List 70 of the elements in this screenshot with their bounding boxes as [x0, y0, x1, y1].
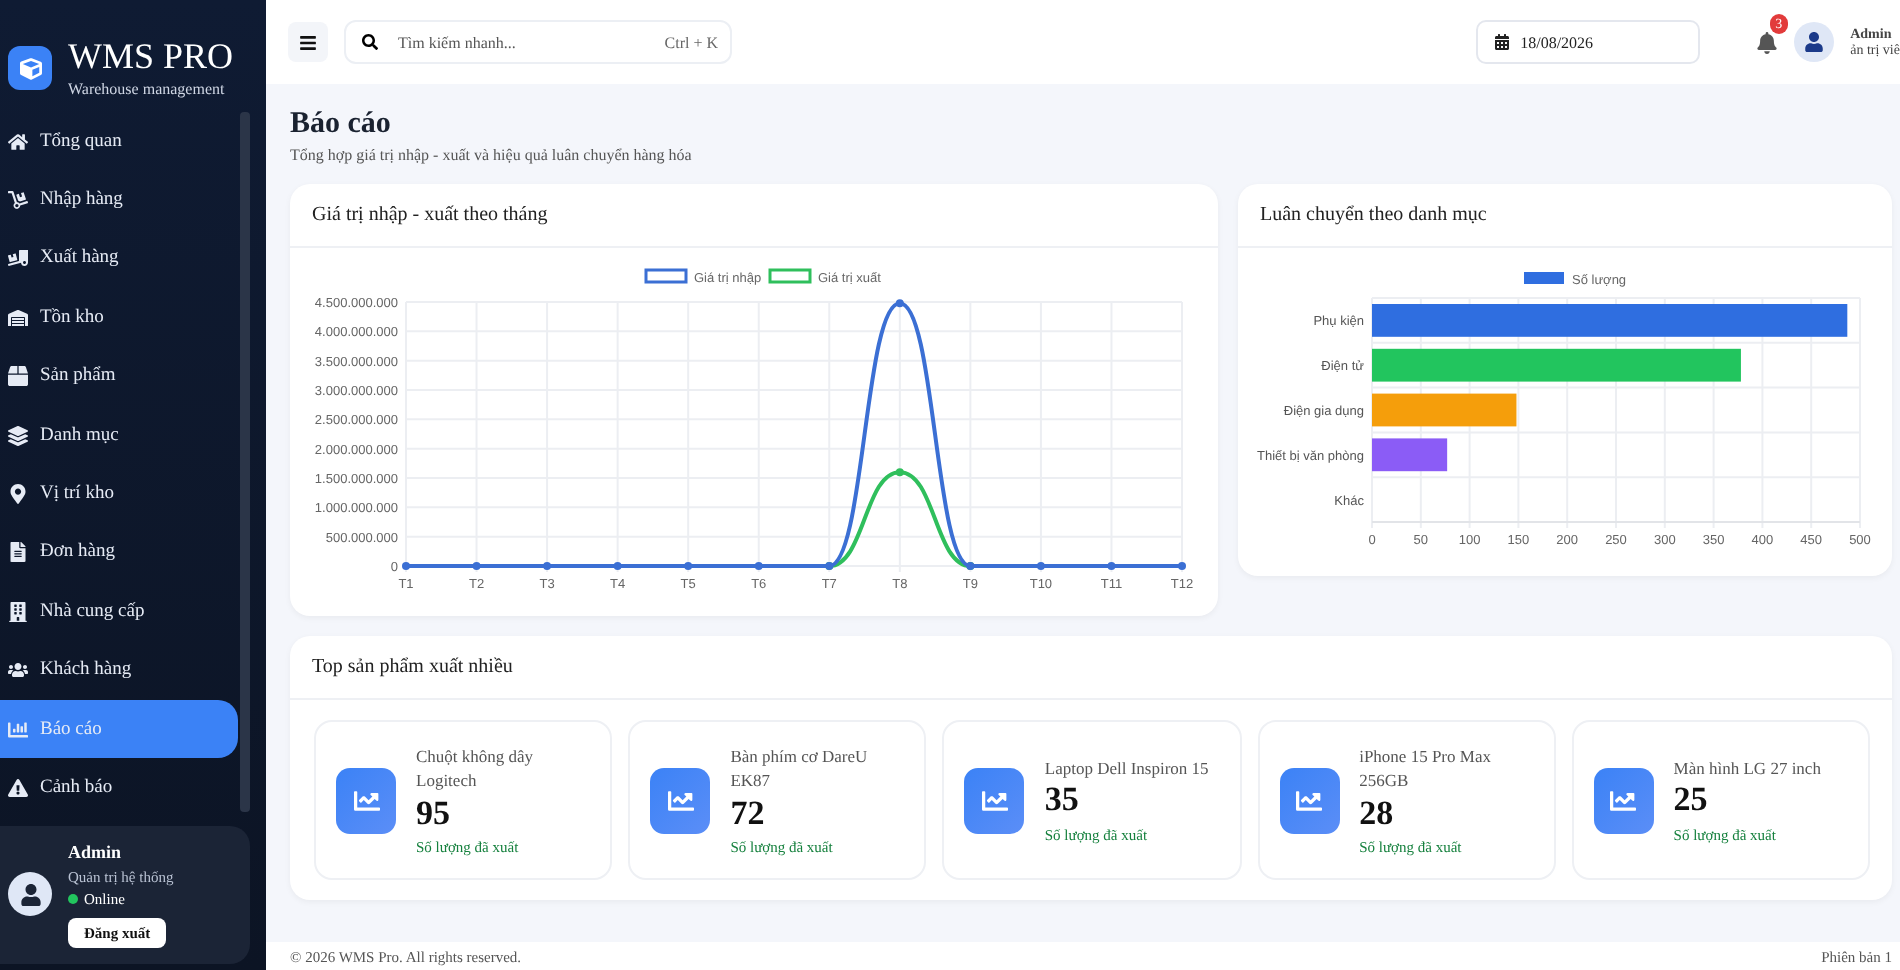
- users-icon: [8, 660, 28, 681]
- trend-icon: [1279, 767, 1340, 833]
- data-point: [543, 562, 552, 570]
- home-icon: [8, 131, 28, 152]
- data-point: [684, 562, 693, 570]
- user-avatar-icon: [8, 872, 52, 917]
- card-title: Top sản phẩm xuất nhiều: [290, 636, 1892, 700]
- sidebar-item[interactable]: Tồn kho: [0, 288, 238, 348]
- trend-icon: [1593, 767, 1654, 833]
- sidebar-item[interactable]: Khách hàng: [0, 641, 238, 700]
- truck-icon: [8, 248, 28, 269]
- page-title: Báo cáo: [290, 108, 393, 142]
- product-count: 25: [1673, 780, 1710, 822]
- sidebar-item[interactable]: Danh mục: [0, 405, 238, 465]
- scrollbar[interactable]: [240, 112, 250, 812]
- sidebar-item[interactable]: Nhập hàng: [0, 170, 238, 230]
- data-point: [1178, 562, 1186, 570]
- date-field[interactable]: 18/08/2026: [1476, 20, 1701, 64]
- sidebar-item[interactable]: Tổng quan: [0, 112, 238, 171]
- product-count: 35: [1044, 780, 1081, 822]
- data-point: [1036, 562, 1045, 570]
- product-name: Laptop Dell Inspiron 15: [1044, 756, 1209, 781]
- brand-subtitle: Warehouse management: [68, 80, 227, 98]
- product-count: 95: [416, 793, 452, 834]
- boxes-icon: [8, 190, 28, 211]
- shortcut-hint: Ctrl + K: [664, 33, 718, 51]
- card-title: Luân chuyển theo danh mục: [1238, 184, 1892, 248]
- product-count: 28: [1359, 793, 1396, 834]
- sidebar-item[interactable]: Nhà cung cấp: [0, 582, 238, 642]
- sidebar-item[interactable]: Vị trí kho: [0, 464, 238, 524]
- trend-icon: [336, 767, 396, 833]
- bar: [1372, 438, 1448, 472]
- card-title: Giá trị nhập - xuất theo tháng: [290, 184, 1218, 248]
- document-icon: [8, 542, 28, 563]
- data-point: [472, 562, 481, 570]
- product-name: Chuột không dây Logitech: [416, 743, 536, 794]
- data-point: [613, 562, 622, 570]
- data-point: [402, 562, 410, 570]
- product-name: Màn hình LG 27 inch: [1673, 756, 1821, 781]
- warehouse-icon: [8, 307, 28, 328]
- map-pin-icon: [8, 484, 28, 505]
- trend-icon: [964, 767, 1025, 833]
- trend-icon: [650, 767, 711, 833]
- box-icon: [8, 366, 28, 387]
- menu-button[interactable]: [288, 22, 328, 62]
- calendar-icon: [1494, 34, 1511, 50]
- data-point: [895, 299, 904, 308]
- bar-chart-icon: [8, 719, 28, 740]
- user-name: Admin: [68, 841, 124, 862]
- warning-icon: [8, 777, 28, 798]
- menu-icon: [300, 33, 316, 51]
- building-icon: [8, 601, 28, 622]
- product-name: iPhone 15 Pro Max 256GB: [1359, 743, 1493, 794]
- page-subtitle: Tổng hợp giá trị nhập - xuất và hiệu quả luân chuyển hàng hóa: [290, 146, 694, 164]
- brand-title: WMS PRO: [68, 38, 234, 74]
- user-avatar-icon[interactable]: [1794, 22, 1835, 62]
- sidebar-item[interactable]: Đơn hàng: [0, 523, 238, 583]
- data-point: [754, 562, 763, 570]
- data-point: [895, 468, 904, 477]
- sidebar-item[interactable]: Xuất hàng: [0, 229, 238, 289]
- cube-icon: [8, 46, 52, 90]
- data-point: [1107, 562, 1116, 570]
- search-icon: [362, 34, 378, 50]
- product-name: Bàn phím cơ DareU EK87: [730, 743, 870, 794]
- sidebar-item[interactable]: Sản phẩm: [0, 347, 238, 406]
- sidebar-item[interactable]: Cảnh báo: [0, 758, 238, 818]
- layers-icon: [8, 425, 28, 446]
- bell-icon[interactable]: [1756, 31, 1779, 53]
- search-field[interactable]: Tìm kiếm nhanh... Ctrl + K: [344, 20, 732, 64]
- product-count: 72: [730, 793, 767, 834]
